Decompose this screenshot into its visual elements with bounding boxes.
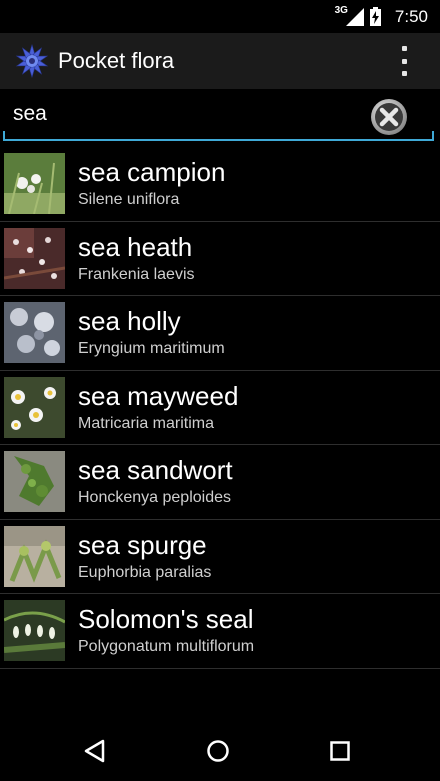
plant-name: sea holly: [78, 306, 181, 336]
status-bar: 3G 7:50: [0, 0, 440, 33]
plant-name: Solomon's seal: [78, 604, 254, 634]
app-title: Pocket flora: [58, 48, 175, 73]
recent-apps-icon[interactable]: [325, 736, 355, 766]
plant-latin-name: Honckenya peploides: [78, 489, 231, 506]
plant-thumbnail: [4, 600, 65, 661]
plant-name: sea campion: [78, 157, 226, 187]
plant-name: sea mayweed: [78, 380, 239, 411]
results-list: sea campion Silene uniflora sea heath Fr: [0, 147, 440, 669]
plant-thumbnail: [4, 451, 65, 512]
battery-charging-icon: [369, 7, 381, 26]
list-item[interactable]: sea campion Silene uniflora: [0, 147, 440, 222]
home-icon[interactable]: [203, 736, 233, 766]
plant-name: sea sandwort: [78, 455, 233, 485]
plant-name: sea spurge: [78, 529, 207, 560]
network-type: 3G: [334, 5, 348, 16]
plant-name: sea heath: [78, 231, 193, 262]
clock: 7:50: [394, 6, 428, 26]
back-icon[interactable]: [81, 736, 111, 766]
search-bar: [0, 89, 440, 145]
list-item[interactable]: Solomon's seal Polygonatum multiflorum: [0, 594, 440, 669]
plant-thumbnail: [4, 302, 65, 363]
plant-thumbnail: [4, 153, 65, 214]
clear-icon[interactable]: [370, 98, 408, 136]
plant-thumbnail: [4, 525, 65, 587]
signal-icon: [345, 7, 364, 26]
list-item[interactable]: sea spurge Euphorbia paralias: [0, 520, 440, 594]
action-bar: Pocket flora: [0, 33, 440, 89]
cornflower-icon[interactable]: [14, 43, 50, 79]
screen: 3G 7:50 Pocket flora sea sea campion Sil…: [0, 0, 440, 781]
plant-thumbnail: [4, 227, 65, 289]
plant-latin-name: Matricaria maritima: [78, 414, 215, 432]
more-vert-icon[interactable]: [396, 46, 412, 76]
plant-latin-name: Frankenia laevis: [78, 265, 195, 283]
plant-latin-name: Silene uniflora: [78, 191, 180, 208]
plant-thumbnail: [4, 376, 65, 438]
plant-latin-name: Eryngium maritimum: [78, 340, 225, 357]
plant-latin-name: Polygonatum multiflorum: [78, 638, 255, 655]
navigation-bar: [0, 720, 440, 781]
list-item[interactable]: sea sandwort Honckenya peploides: [0, 445, 440, 520]
plant-latin-name: Euphorbia paralias: [78, 563, 212, 581]
list-item[interactable]: sea holly Eryngium maritimum: [0, 296, 440, 371]
list-item[interactable]: sea heath Frankenia laevis: [0, 222, 440, 296]
list-item[interactable]: sea mayweed Matricaria maritima: [0, 371, 440, 445]
